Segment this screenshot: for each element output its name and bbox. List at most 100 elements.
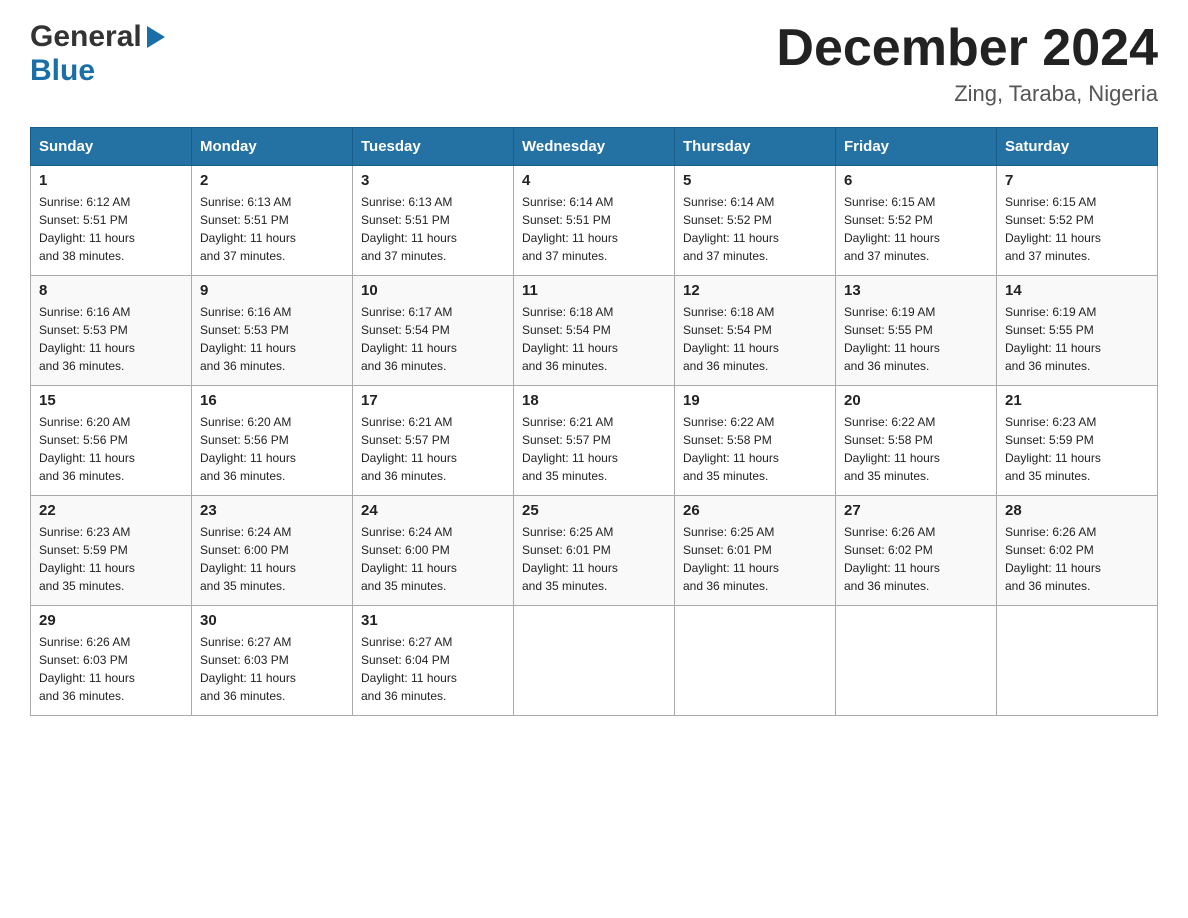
day-number: 23 [200,502,344,519]
calendar-week-row: 15 Sunrise: 6:20 AMSunset: 5:56 PMDayligh… [31,386,1158,496]
day-info: Sunrise: 6:15 AMSunset: 5:52 PMDaylight:… [844,193,988,265]
day-number: 29 [39,612,183,629]
calendar-cell: 22 Sunrise: 6:23 AMSunset: 5:59 PMDayligh… [31,496,192,606]
day-number: 3 [361,172,505,189]
calendar-cell: 17Sunrise: 6:21 AMSunset: 5:57 PMDayligh… [353,386,514,496]
day-info: Sunrise: 6:23 AMSunset: 5:59 PMDaylight:… [39,523,183,595]
day-info: Sunrise: 6:16 AMSunset: 5:53 PMDaylight:… [39,303,183,375]
day-number: 19 [683,392,827,409]
calendar-cell: 21 Sunrise: 6:23 AMSunset: 5:59 PMDayligh… [997,386,1158,496]
header-wednesday: Wednesday [514,128,675,166]
day-info: Sunrise: 6:19 AMSunset: 5:55 PMDaylight:… [1005,303,1149,375]
day-info: Sunrise: 6:26 AMSunset: 6:02 PMDaylight:… [844,523,988,595]
calendar-cell: 26 Sunrise: 6:25 AMSunset: 6:01 PMDayligh… [675,496,836,606]
calendar-header-row: SundayMondayTuesdayWednesdayThursdayFrid… [31,128,1158,166]
day-info: Sunrise: 6:17 AMSunset: 5:54 PMDaylight:… [361,303,505,375]
day-info: Sunrise: 6:25 AMSunset: 6:01 PMDaylight:… [683,523,827,595]
day-number: 31 [361,612,505,629]
calendar-cell: 13 Sunrise: 6:19 AMSunset: 5:55 PMDayligh… [836,276,997,386]
day-number: 25 [522,502,666,519]
day-info: Sunrise: 6:20 AMSunset: 5:56 PMDaylight:… [39,413,183,485]
day-info: Sunrise: 6:21 AMSunset: 5:57 PMDaylight:… [522,413,666,485]
calendar-cell: 2Sunrise: 6:13 AMSunset: 5:51 PMDaylight… [192,166,353,276]
day-number: 24 [361,502,505,519]
day-number: 1 [39,172,183,189]
day-number: 7 [1005,172,1149,189]
day-info: Sunrise: 6:18 AMSunset: 5:54 PMDaylight:… [522,303,666,375]
calendar-cell: 29 Sunrise: 6:26 AMSunset: 6:03 PMDayligh… [31,606,192,716]
day-number: 14 [1005,282,1149,299]
day-number: 11 [522,282,666,299]
day-number: 13 [844,282,988,299]
header-monday: Monday [192,128,353,166]
calendar-week-row: 1 Sunrise: 6:12 AMSunset: 5:51 PMDaylight… [31,166,1158,276]
calendar-cell: 18Sunrise: 6:21 AMSunset: 5:57 PMDayligh… [514,386,675,496]
day-number: 27 [844,502,988,519]
day-number: 16 [200,392,344,409]
day-number: 4 [522,172,666,189]
day-info: Sunrise: 6:15 AMSunset: 5:52 PMDaylight:… [1005,193,1149,265]
calendar-cell [997,606,1158,716]
calendar-cell: 5 Sunrise: 6:14 AMSunset: 5:52 PMDaylight… [675,166,836,276]
day-info: Sunrise: 6:27 AMSunset: 6:03 PMDaylight:… [200,633,344,705]
day-number: 26 [683,502,827,519]
day-info: Sunrise: 6:14 AMSunset: 5:51 PMDaylight:… [522,193,666,265]
calendar-cell: 24 Sunrise: 6:24 AMSunset: 6:00 PMDayligh… [353,496,514,606]
day-info: Sunrise: 6:26 AMSunset: 6:03 PMDaylight:… [39,633,183,705]
calendar-cell: 25 Sunrise: 6:25 AMSunset: 6:01 PMDayligh… [514,496,675,606]
day-info: Sunrise: 6:24 AMSunset: 6:00 PMDaylight:… [200,523,344,595]
day-number: 9 [200,282,344,299]
calendar-cell: 16 Sunrise: 6:20 AMSunset: 5:56 PMDayligh… [192,386,353,496]
calendar-week-row: 8 Sunrise: 6:16 AMSunset: 5:53 PMDaylight… [31,276,1158,386]
day-number: 2 [200,172,344,189]
day-info: Sunrise: 6:12 AMSunset: 5:51 PMDaylight:… [39,193,183,265]
calendar-table: SundayMondayTuesdayWednesdayThursdayFrid… [30,127,1158,716]
calendar-cell: 7 Sunrise: 6:15 AMSunset: 5:52 PMDaylight… [997,166,1158,276]
calendar-cell: 27 Sunrise: 6:26 AMSunset: 6:02 PMDayligh… [836,496,997,606]
header-tuesday: Tuesday [353,128,514,166]
calendar-cell [675,606,836,716]
calendar-cell: 31 Sunrise: 6:27 AMSunset: 6:04 PMDayligh… [353,606,514,716]
day-number: 12 [683,282,827,299]
day-info: Sunrise: 6:22 AMSunset: 5:58 PMDaylight:… [683,413,827,485]
day-number: 15 [39,392,183,409]
day-info: Sunrise: 6:14 AMSunset: 5:52 PMDaylight:… [683,193,827,265]
day-info: Sunrise: 6:20 AMSunset: 5:56 PMDaylight:… [200,413,344,485]
calendar-week-row: 29 Sunrise: 6:26 AMSunset: 6:03 PMDayligh… [31,606,1158,716]
day-info: Sunrise: 6:22 AMSunset: 5:58 PMDaylight:… [844,413,988,485]
day-number: 10 [361,282,505,299]
calendar-cell: 6Sunrise: 6:15 AMSunset: 5:52 PMDaylight… [836,166,997,276]
calendar-cell: 23 Sunrise: 6:24 AMSunset: 6:00 PMDayligh… [192,496,353,606]
day-info: Sunrise: 6:19 AMSunset: 5:55 PMDaylight:… [844,303,988,375]
header-sunday: Sunday [31,128,192,166]
location-subtitle: Zing, Taraba, Nigeria [776,81,1158,107]
day-info: Sunrise: 6:24 AMSunset: 6:00 PMDaylight:… [361,523,505,595]
day-number: 21 [1005,392,1149,409]
calendar-cell: 10 Sunrise: 6:17 AMSunset: 5:54 PMDayligh… [353,276,514,386]
calendar-cell: 14 Sunrise: 6:19 AMSunset: 5:55 PMDayligh… [997,276,1158,386]
header-saturday: Saturday [997,128,1158,166]
day-number: 17 [361,392,505,409]
month-title: December 2024 [776,20,1158,77]
calendar-cell: 1 Sunrise: 6:12 AMSunset: 5:51 PMDaylight… [31,166,192,276]
logo: General Blue [30,20,167,88]
day-info: Sunrise: 6:16 AMSunset: 5:53 PMDaylight:… [200,303,344,375]
day-info: Sunrise: 6:27 AMSunset: 6:04 PMDaylight:… [361,633,505,705]
day-number: 8 [39,282,183,299]
day-info: Sunrise: 6:23 AMSunset: 5:59 PMDaylight:… [1005,413,1149,485]
day-number: 20 [844,392,988,409]
calendar-cell: 11 Sunrise: 6:18 AMSunset: 5:54 PMDayligh… [514,276,675,386]
day-number: 5 [683,172,827,189]
day-number: 22 [39,502,183,519]
calendar-cell: 8 Sunrise: 6:16 AMSunset: 5:53 PMDaylight… [31,276,192,386]
calendar-cell: 12Sunrise: 6:18 AMSunset: 5:54 PMDayligh… [675,276,836,386]
calendar-cell: 9 Sunrise: 6:16 AMSunset: 5:53 PMDaylight… [192,276,353,386]
page-header: General Blue December 2024 Zing, Taraba,… [30,20,1158,107]
calendar-cell: 30Sunrise: 6:27 AMSunset: 6:03 PMDayligh… [192,606,353,716]
header-thursday: Thursday [675,128,836,166]
day-info: Sunrise: 6:26 AMSunset: 6:02 PMDaylight:… [1005,523,1149,595]
day-info: Sunrise: 6:25 AMSunset: 6:01 PMDaylight:… [522,523,666,595]
calendar-cell [514,606,675,716]
title-section: December 2024 Zing, Taraba, Nigeria [776,20,1158,107]
day-number: 28 [1005,502,1149,519]
